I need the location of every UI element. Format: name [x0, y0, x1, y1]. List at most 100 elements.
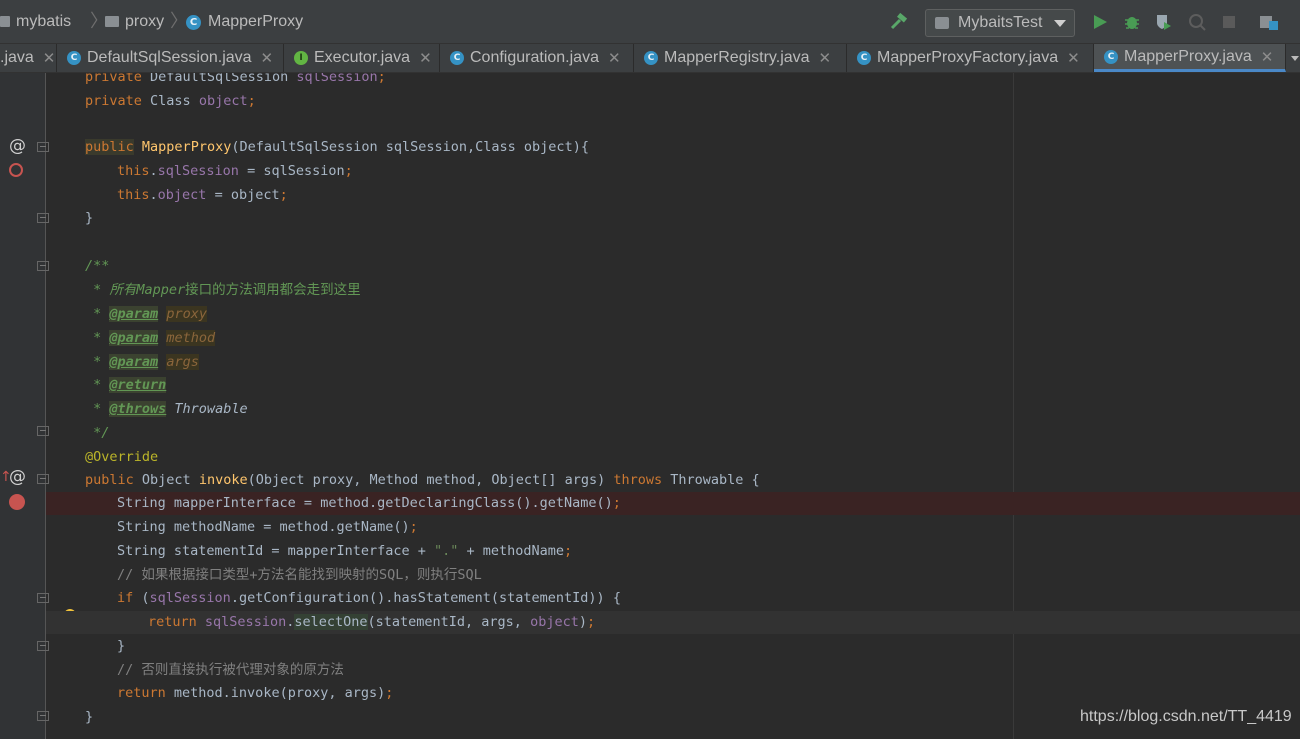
javadoc-text: * @param method	[85, 327, 216, 350]
class-icon: C	[1104, 49, 1118, 64]
build-hammer-icon[interactable]	[888, 11, 910, 33]
tab-mapperproxyfactory[interactable]: C MapperProxyFactory.java ✕	[847, 44, 1094, 72]
code-line[interactable]: return method.invoke(proxy, args);	[46, 682, 1300, 705]
paren: (	[133, 590, 150, 606]
tab-configuration[interactable]: C Configuration.java ✕	[440, 44, 634, 72]
code-line[interactable]: public Object invoke(Object proxy, Metho…	[46, 469, 1300, 492]
close-icon[interactable]: ✕	[419, 49, 432, 67]
field: sqlSession	[149, 590, 231, 606]
parameters: (Object proxy, Method method, Object[] a…	[247, 472, 614, 488]
code-line[interactable]: }	[46, 207, 1300, 230]
keyword: throws	[613, 472, 663, 488]
close-icon[interactable]: ✕	[1261, 48, 1274, 66]
javadoc-text: * 所有Mapper接口的方法调用都会走到这里	[85, 279, 361, 302]
assignment: = sqlSession	[238, 163, 345, 179]
semicolon: ;	[247, 93, 256, 109]
run-icon[interactable]	[1089, 11, 1111, 33]
code-line[interactable]: }	[46, 635, 1300, 658]
editor-gutter[interactable]	[0, 73, 46, 739]
doc-tag: @return	[109, 377, 167, 393]
code-text: }	[85, 210, 94, 226]
code-line[interactable]: /**	[46, 255, 1300, 278]
code-line[interactable]: String methodName = method.getName();	[46, 516, 1300, 539]
field: sqlSession	[204, 614, 287, 630]
tab-defaultsqlsession[interactable]: C DefaultSqlSession.java ✕	[57, 44, 284, 72]
code-line[interactable]: * @return	[46, 374, 1300, 397]
close-icon[interactable]: ✕	[819, 49, 832, 67]
tab-label: MapperProxy.java	[1124, 47, 1252, 65]
tab-label: MapperRegistry.java	[664, 49, 810, 66]
code-line[interactable]: * @param proxy	[46, 303, 1300, 326]
code-line[interactable]: // 如果根据接口类型+方法名能找到映射的SQL，则执行SQL	[46, 564, 1300, 587]
run-config-label: MybaitsTest	[958, 14, 1043, 31]
close-icon[interactable]: ✕	[1067, 49, 1080, 67]
javadoc-open: /**	[85, 258, 110, 274]
close-icon[interactable]: ✕	[43, 49, 56, 67]
keyword: if	[117, 590, 134, 606]
close-icon[interactable]: ✕	[608, 49, 621, 67]
code-line[interactable]: * @param method	[46, 327, 1300, 350]
code-line[interactable]: @Override	[46, 446, 1300, 469]
implementing-at-icon[interactable]: @	[9, 136, 26, 156]
javadoc-text: * @throws Throwable	[85, 398, 248, 421]
breakpoint-icon[interactable]	[9, 494, 25, 510]
statement: method.invoke(proxy, args)	[165, 685, 386, 701]
code-line[interactable]: * 所有Mapper接口的方法调用都会走到这里	[46, 279, 1300, 302]
line-comment: // 否则直接执行被代理对象的原方法	[117, 662, 344, 678]
string-literal: "."	[433, 543, 459, 559]
tab-mapperproxy[interactable]: C MapperProxy.java ✕	[1094, 44, 1286, 72]
code-text: public MapperProxy(DefaultSqlSession sql…	[85, 136, 589, 159]
semicolon: ;	[586, 614, 596, 630]
keyword: public	[85, 139, 134, 155]
run-configuration-dropdown[interactable]: MybaitsTest	[925, 9, 1075, 37]
coverage-shield-icon[interactable]	[1152, 11, 1174, 33]
override-at-icon[interactable]: @	[9, 467, 26, 487]
code-line[interactable]: String statementId = mapperInterface + "…	[46, 540, 1300, 563]
tab-java-truncated[interactable]: .java ✕	[0, 44, 57, 72]
tab-executor[interactable]: I Executor.java ✕	[284, 44, 440, 72]
debug-bug-icon[interactable]	[1121, 11, 1143, 33]
doc-text: 接口的方法调用都会走到这里	[185, 282, 361, 298]
code-line[interactable]: */	[46, 422, 1300, 445]
code-line[interactable]: this.object = object;	[46, 184, 1300, 207]
profile-icon[interactable]	[1186, 11, 1208, 33]
code-line[interactable]: this.sqlSession = sqlSession;	[46, 160, 1300, 183]
breakpoint-disabled-icon[interactable]	[9, 163, 23, 177]
run-config-icon	[935, 17, 949, 29]
close-icon[interactable]: ✕	[261, 49, 274, 67]
editor-tab-bar: .java ✕ C DefaultSqlSession.java ✕ I Exe…	[0, 44, 1300, 73]
paren: )	[578, 614, 587, 630]
breadcrumb-mybatis[interactable]: mybatis	[0, 11, 71, 33]
code-line[interactable]: private DefaultSqlSession sqlSession;	[46, 73, 1300, 89]
dot: .	[149, 187, 158, 203]
project-structure-icon[interactable]	[1258, 11, 1280, 33]
stop-icon[interactable]	[1218, 11, 1240, 33]
code-line[interactable]: if (sqlSession.getConfiguration().hasSta…	[46, 587, 1300, 610]
navigation-bar: mybatis 〉 proxy 〉 C MapperProxy MybaitsT…	[0, 0, 1300, 44]
breadcrumb-proxy[interactable]: proxy	[105, 11, 164, 33]
doc-text: Mapper	[136, 282, 186, 298]
breadcrumb-mapperproxy[interactable]: C MapperProxy	[186, 11, 303, 33]
code-editor[interactable]: @ ↑ @ private DefaultSqlSession sqlSessi…	[0, 73, 1300, 739]
code-line[interactable]: * @throws Throwable	[46, 398, 1300, 421]
semicolon: ;	[564, 543, 573, 559]
tab-label: .java	[0, 49, 34, 66]
statement: String mapperInterface = method.getDecla…	[117, 495, 613, 511]
code-line[interactable]: public MapperProxy(DefaultSqlSession sql…	[46, 136, 1300, 159]
code-line[interactable]: * @param args	[46, 351, 1300, 374]
code-text: public Object invoke(Object proxy, Metho…	[85, 469, 760, 492]
keyword: return	[148, 614, 197, 630]
javadoc-close: */	[85, 425, 110, 441]
code-text: }	[85, 709, 94, 725]
tab-list-chevron-icon[interactable]	[1291, 56, 1299, 61]
keyword: this	[117, 187, 150, 203]
code-line-current[interactable]: return sqlSession.selectOne(statementId,…	[46, 611, 1300, 634]
class-icon: C	[644, 51, 658, 65]
keyword: private	[85, 73, 142, 85]
class-icon: C	[67, 51, 81, 65]
tab-mapperregistry[interactable]: C MapperRegistry.java ✕	[634, 44, 847, 72]
code-line-breakpoint[interactable]: String mapperInterface = method.getDecla…	[46, 492, 1300, 515]
code-line[interactable]: private Class object;	[46, 90, 1300, 113]
code-line[interactable]: // 否则直接执行被代理对象的原方法	[46, 659, 1300, 682]
breadcrumb-label: proxy	[125, 13, 165, 30]
